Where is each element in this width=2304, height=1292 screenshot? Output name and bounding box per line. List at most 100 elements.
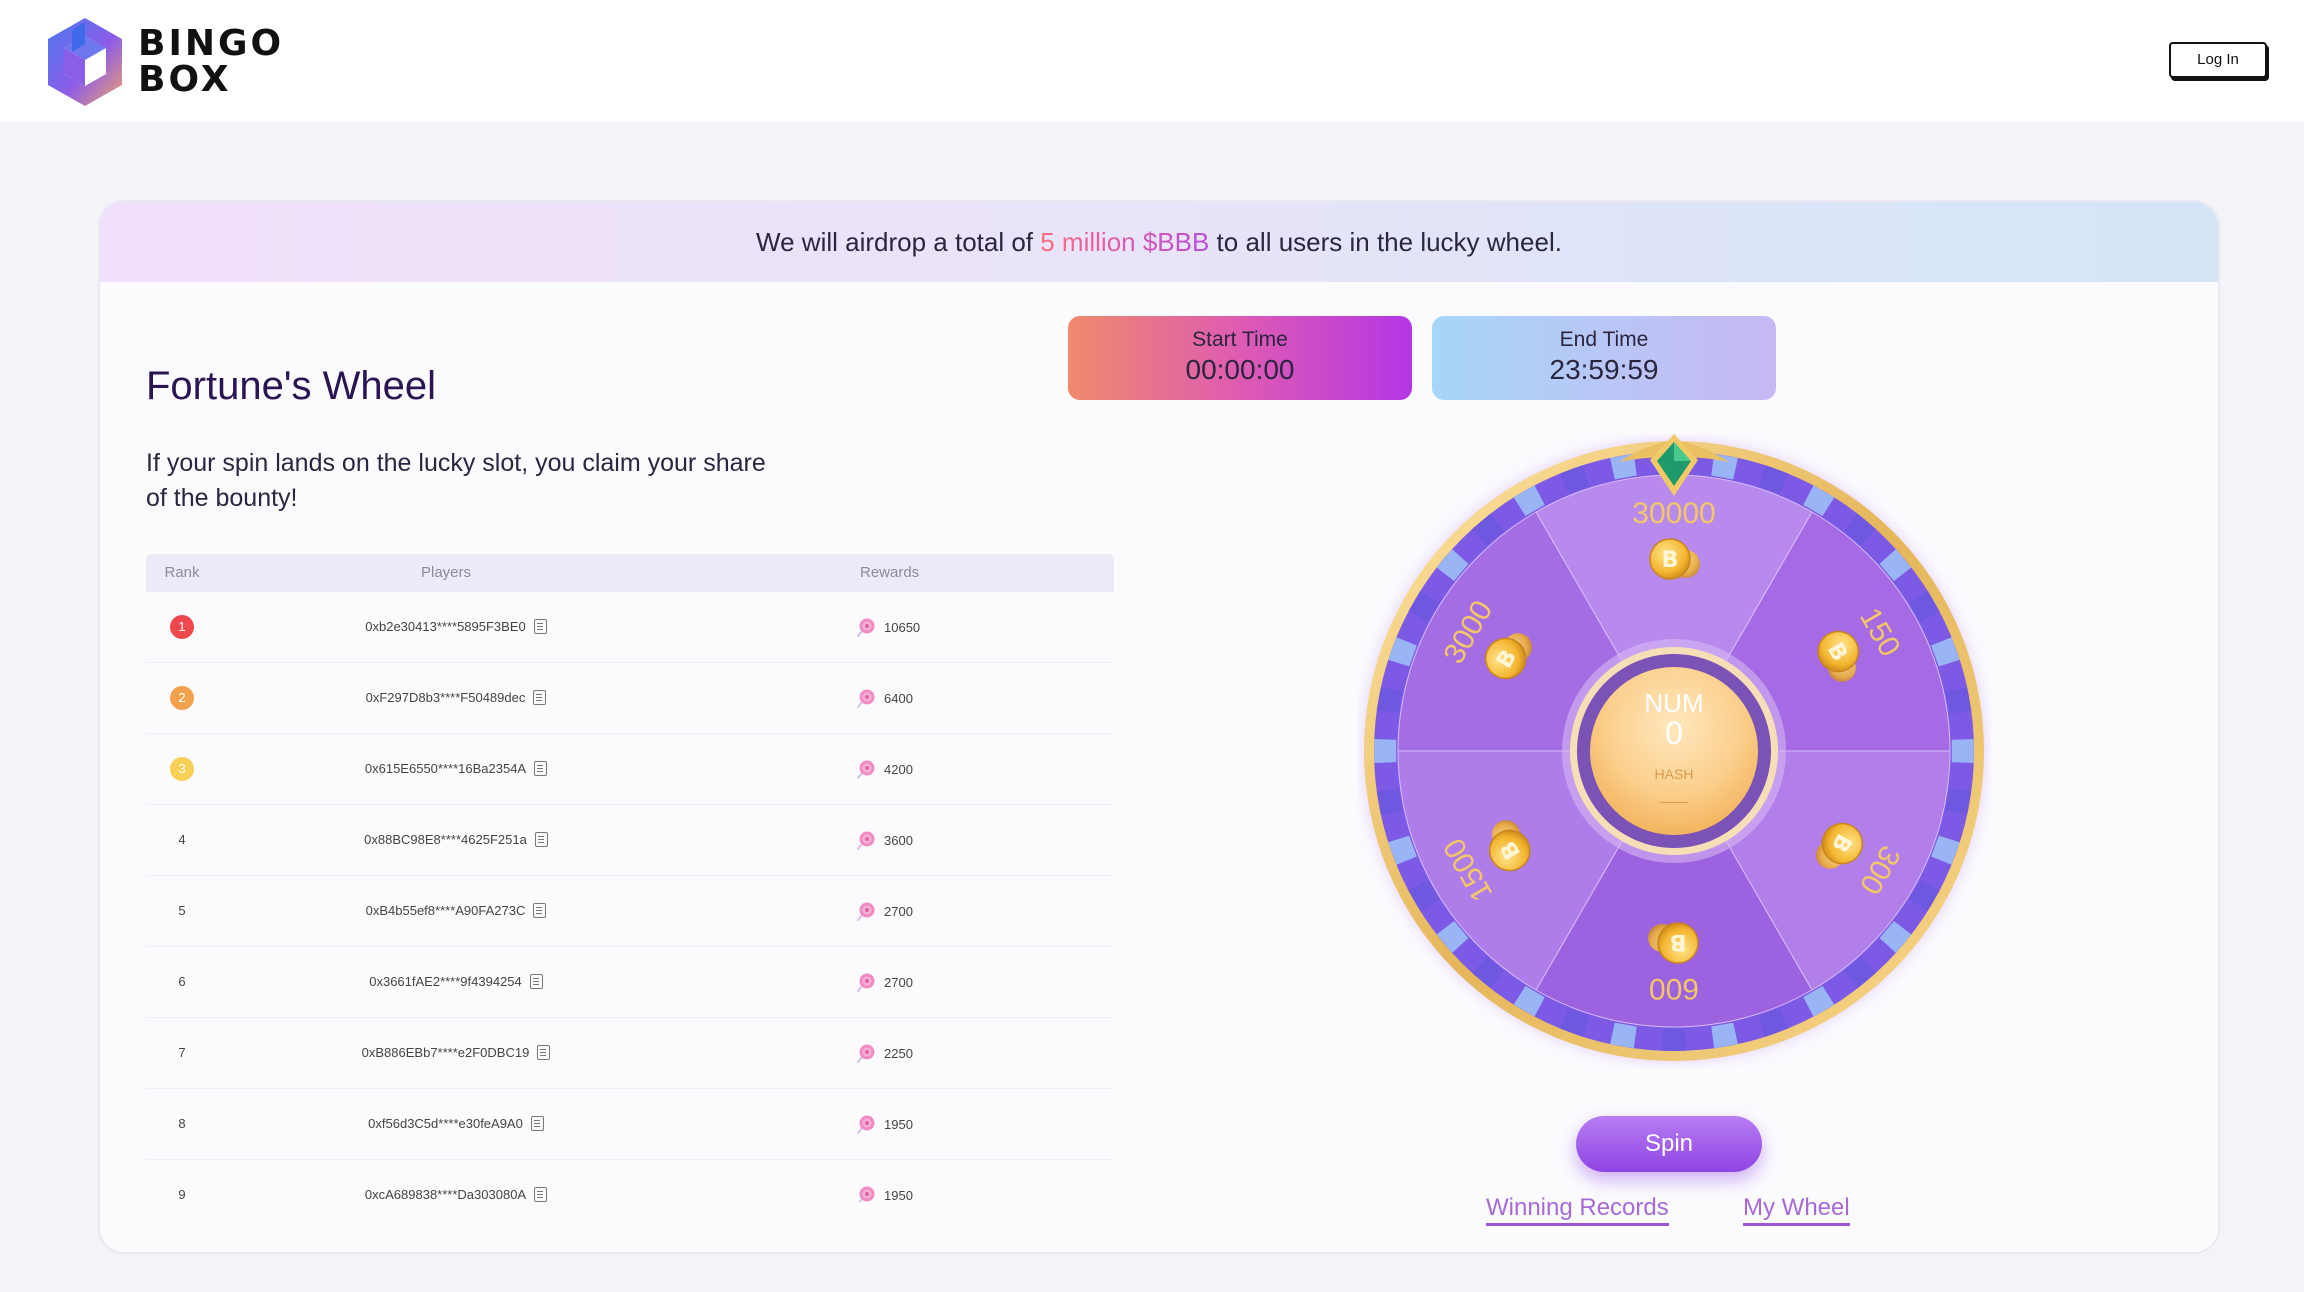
reward-value: 2700 <box>884 975 913 990</box>
copy-icon[interactable] <box>534 832 548 847</box>
end-time-label: End Time <box>1559 328 1649 351</box>
login-button[interactable]: Log In <box>2169 42 2267 78</box>
column-rank: Rank <box>164 564 200 581</box>
banner-suffix: to all users in the lucky wheel. <box>1209 227 1562 257</box>
logo-wordmark: BINGO BOX <box>138 26 284 98</box>
table-row: 5 0xB4b55ef8****A90FA273C 2700 <box>146 876 1114 947</box>
table-row: 8 0xf56d3C5d****e30feA9A0 1950 <box>146 1089 1114 1160</box>
rank-cell: 2 <box>146 686 218 710</box>
player-address: 0x88BC98E8****4625F251a <box>364 832 527 847</box>
rim-tick <box>1711 1022 1738 1049</box>
copy-icon[interactable] <box>530 1116 544 1131</box>
rank-number: 5 <box>178 903 186 918</box>
cube-logo-icon <box>48 18 122 106</box>
rank-cell: 7 <box>146 1043 218 1063</box>
table-header: Rank Players Rewards <box>146 554 1114 592</box>
fortune-wheel[interactable]: 3000015030060015003000 BBBBBB NUM 0 HASH… <box>1357 434 1991 1068</box>
rim-tick <box>1610 1022 1637 1049</box>
copy-icon[interactable] <box>534 761 548 776</box>
rank-cell: 9 <box>146 1185 218 1202</box>
reward-cell: 2250 <box>856 1043 1016 1063</box>
logo-line-1: BINGO <box>138 23 285 64</box>
copy-icon[interactable] <box>533 619 547 634</box>
winning-records-link[interactable]: Winning Records <box>1486 1194 1669 1226</box>
rim-tick <box>1376 788 1403 815</box>
reward-value: 1950 <box>884 1188 913 1202</box>
lollipop-icon <box>857 689 875 708</box>
reward-value: 2250 <box>884 1046 913 1061</box>
copy-icon[interactable] <box>533 903 547 918</box>
table-row: 4 0x88BC98E8****4625F251a 3600 <box>146 805 1114 876</box>
rim-tick <box>1662 1028 1686 1051</box>
rim-tick <box>1945 788 1972 815</box>
reward-value: 4200 <box>884 762 913 777</box>
player-cell: 0xf56d3C5d****e30feA9A0 <box>286 1114 626 1134</box>
reward-cell: 6400 <box>856 688 1016 708</box>
player-cell: 0xB886EBb7****e2F0DBC19 <box>286 1043 626 1063</box>
hub-hash-label: HASH <box>1655 766 1694 782</box>
lollipop-icon <box>857 1044 875 1063</box>
rim-tick <box>1374 739 1397 763</box>
lollipop-icon <box>857 973 875 992</box>
segment-value: 600 <box>1649 972 1699 1005</box>
banner-prefix: We will airdrop a total of <box>756 227 1041 257</box>
player-address: 0x615E6550****16Ba2354A <box>364 761 527 776</box>
lollipop-icon <box>857 902 875 921</box>
copy-icon[interactable] <box>537 1045 551 1060</box>
rank-cell: 6 <box>146 972 218 992</box>
player-address: 0xb2e30413****5895F3BE0 <box>365 619 526 634</box>
player-address: 0xB4b55ef8****A90FA273C <box>365 903 526 918</box>
rank-number: 4 <box>178 832 186 847</box>
start-time-label: Start Time <box>1192 328 1288 351</box>
reward-cell: 2700 <box>856 901 1016 921</box>
rank-cell: 3 <box>146 757 218 781</box>
player-cell: 0x88BC98E8****4625F251a <box>286 830 626 850</box>
table-row: 6 0x3661fAE2****9f4394254 2700 <box>146 947 1114 1018</box>
copy-icon[interactable] <box>534 1187 548 1202</box>
lollipop-icon <box>857 831 875 850</box>
table-row: 9 0xcA689838****Da303080A 1950 <box>146 1160 1114 1202</box>
player-cell: 0xcA689838****Da303080A <box>286 1185 626 1202</box>
rank-number: 8 <box>178 1116 186 1131</box>
lollipop-icon <box>857 618 875 637</box>
rank-cell: 4 <box>146 830 218 850</box>
page-title: Fortune's Wheel <box>146 364 436 408</box>
table-body[interactable]: 1 0xb2e30413****5895F3BE0 10650 2 0xF297D8b3… <box>146 592 1114 1202</box>
column-players: Players <box>420 564 472 581</box>
rank-cell: 5 <box>146 901 218 921</box>
segment-value: 30000 <box>1632 497 1715 530</box>
table-row: 2 0xF297D8b3****F50489dec 6400 <box>146 663 1114 734</box>
leaderboard-table: Rank Players Rewards 1 0xb2e30413****5895… <box>146 554 1114 1202</box>
reward-cell: 2700 <box>856 972 1016 992</box>
lollipop-icon <box>857 1115 875 1134</box>
hub-num-label: NUM <box>1644 688 1703 718</box>
rank-medal-badge: 2 <box>170 686 194 710</box>
rim-tick <box>1945 687 1972 714</box>
logo-line-2: BOX <box>138 59 232 100</box>
bingo-box-logo[interactable]: BINGO BOX <box>42 14 302 110</box>
reward-value: 3600 <box>884 833 913 848</box>
lollipop-icon <box>857 760 875 779</box>
spin-button[interactable]: Spin <box>1576 1116 1762 1172</box>
player-cell: 0x615E6550****16Ba2354A <box>286 759 626 779</box>
player-cell: 0xF297D8b3****F50489dec <box>286 688 626 708</box>
reward-cell: 10650 <box>856 617 1016 637</box>
reward-value: 6400 <box>884 691 913 706</box>
svg-text:B: B <box>1670 929 1687 954</box>
hub-num-value: 0 <box>1665 715 1683 751</box>
rank-number: 7 <box>178 1045 186 1060</box>
player-address: 0xcA689838****Da303080A <box>364 1187 527 1202</box>
start-time-box: Start Time 00:00:00 <box>1068 316 1412 400</box>
rim-tick <box>1951 739 1974 763</box>
table-row: 7 0xB886EBb7****e2F0DBC19 2250 <box>146 1018 1114 1089</box>
player-address: 0x3661fAE2****9f4394254 <box>369 974 522 989</box>
reward-value: 2700 <box>884 904 913 919</box>
copy-icon[interactable] <box>529 974 543 989</box>
my-wheel-link[interactable]: My Wheel <box>1743 1194 1850 1226</box>
top-bar: BINGO BOX Log In <box>0 0 2304 122</box>
copy-icon[interactable] <box>533 690 547 705</box>
end-time-value: 23:59:59 <box>1549 354 1659 385</box>
reward-cell: 4200 <box>856 759 1016 779</box>
column-rewards: Rewards <box>860 564 920 581</box>
svg-text:B: B <box>1662 548 1679 573</box>
